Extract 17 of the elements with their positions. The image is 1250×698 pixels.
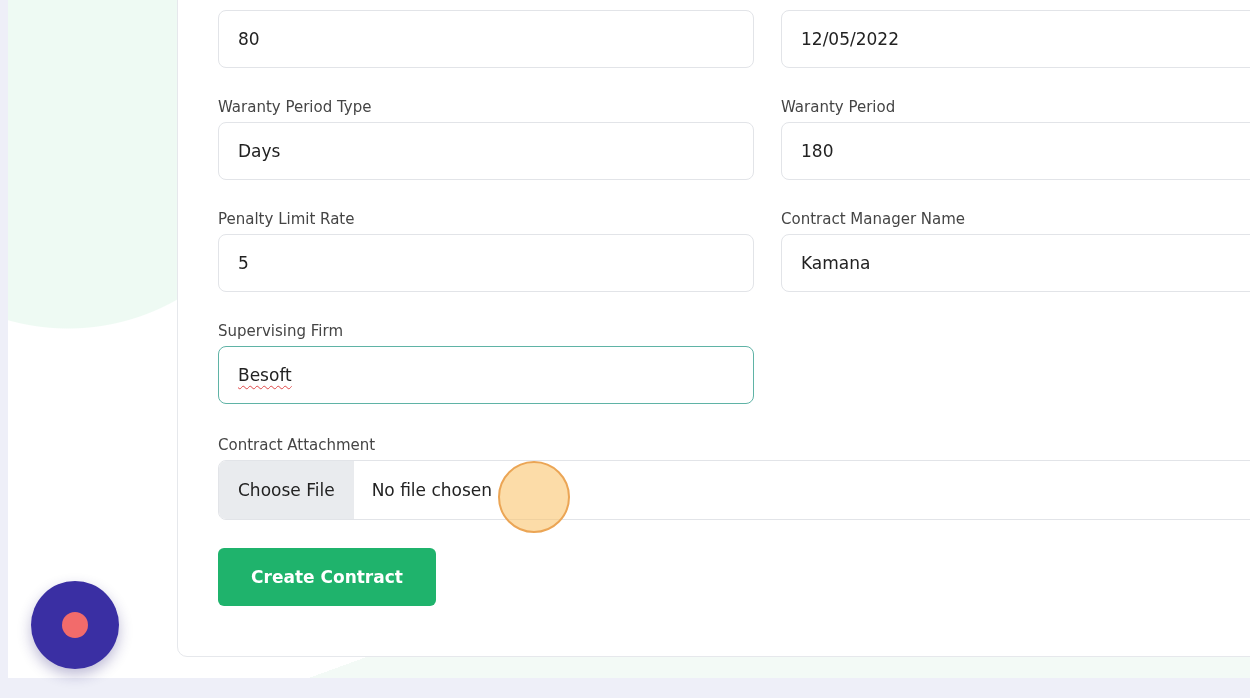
input-field[interactable]: 5 bbox=[218, 234, 754, 292]
field-label: Penalty Limit Rate bbox=[218, 210, 356, 228]
input-field[interactable]: Days bbox=[218, 122, 754, 180]
field-label: Contract Manager Name bbox=[781, 210, 967, 228]
input-field[interactable]: Besoft bbox=[218, 346, 754, 404]
input-field[interactable]: Kamana bbox=[781, 234, 1250, 292]
choose-file-button[interactable]: Choose File bbox=[219, 461, 354, 519]
file-input[interactable]: Choose File No file chosen bbox=[218, 460, 1250, 520]
field-label: Contract Attachment bbox=[218, 436, 377, 454]
field-label: Waranty Period bbox=[781, 98, 897, 116]
input-field[interactable]: 12/05/2022 bbox=[781, 10, 1250, 68]
record-dot-icon bbox=[62, 612, 88, 638]
input-field[interactable]: 80 bbox=[218, 10, 754, 68]
input-field[interactable]: 180 bbox=[781, 122, 1250, 180]
field-label: Supervising Firm bbox=[218, 322, 344, 340]
file-status: No file chosen bbox=[371, 480, 493, 500]
field-label: Waranty Period Type bbox=[218, 98, 373, 116]
